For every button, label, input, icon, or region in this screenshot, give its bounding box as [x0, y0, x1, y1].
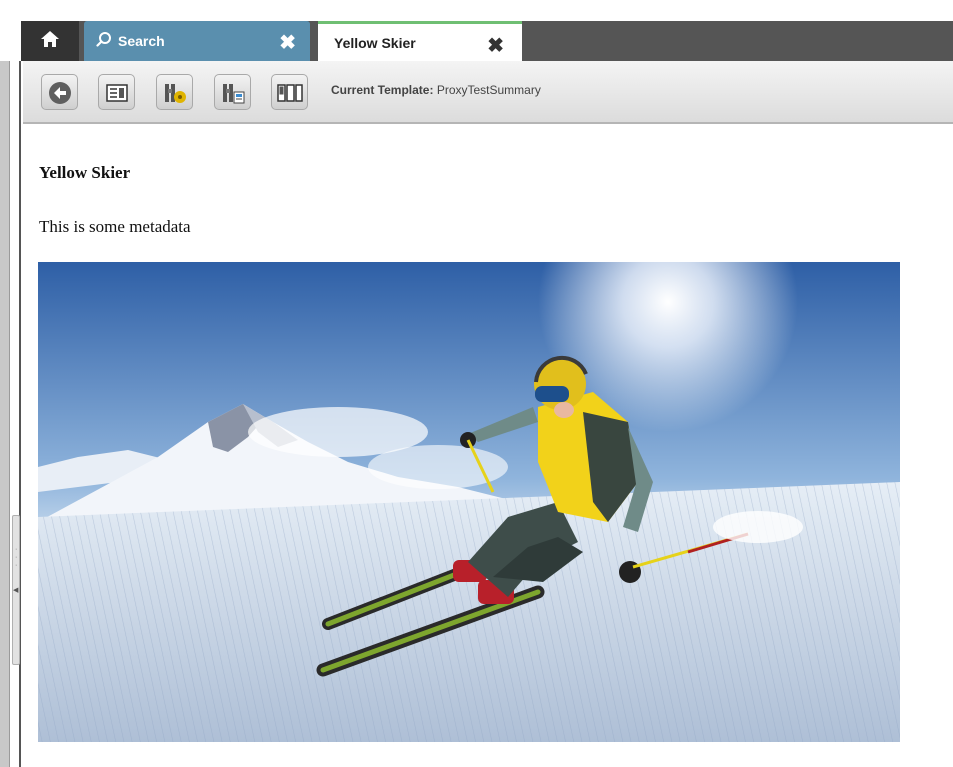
tab-yellow-skier-label: Yellow Skier	[334, 34, 416, 51]
tab-bar: Search ✖ Yellow Skier ✖	[21, 21, 953, 61]
search-icon	[96, 31, 112, 52]
collapse-arrow-icon: ◀	[13, 587, 19, 594]
tab-search-label: Search	[118, 33, 165, 49]
find-similar-button[interactable]	[156, 74, 193, 110]
current-template-value: ProxyTestSummary	[436, 83, 541, 97]
close-icon[interactable]: ✖	[487, 33, 504, 58]
asset-title: Yellow Skier	[39, 163, 131, 182]
tab-home[interactable]	[21, 21, 79, 61]
asset-image	[38, 262, 900, 742]
current-template-label: Current Template:	[331, 83, 434, 97]
find-related-button[interactable]	[214, 74, 251, 110]
grip-dots-icon: · · ·	[15, 546, 18, 569]
layout-button[interactable]	[271, 74, 308, 110]
binoculars-icon	[165, 84, 186, 103]
left-panel-edge	[0, 61, 10, 767]
close-icon[interactable]: ✖	[279, 30, 296, 55]
tab-search[interactable]: Search ✖	[84, 21, 310, 61]
asset-detail-panel: Yellow Skier This is some metadata	[23, 126, 953, 767]
list-view-icon	[106, 84, 128, 102]
tab-yellow-skier[interactable]: Yellow Skier ✖	[318, 21, 522, 61]
top-strip	[0, 0, 953, 21]
toolbar: Current Template: ProxyTestSummary	[23, 61, 953, 124]
asset-metadata: This is some metadata	[39, 217, 191, 236]
binoculars-page-icon	[223, 84, 245, 104]
home-icon	[40, 30, 60, 53]
back-icon	[49, 82, 71, 104]
current-template-indicator: Current Template: ProxyTestSummary	[331, 83, 541, 97]
back-button[interactable]	[41, 74, 78, 110]
list-view-button[interactable]	[98, 74, 135, 110]
layout-icon	[277, 84, 303, 102]
panel-splitter-handle[interactable]: · · · ◀	[12, 515, 20, 665]
